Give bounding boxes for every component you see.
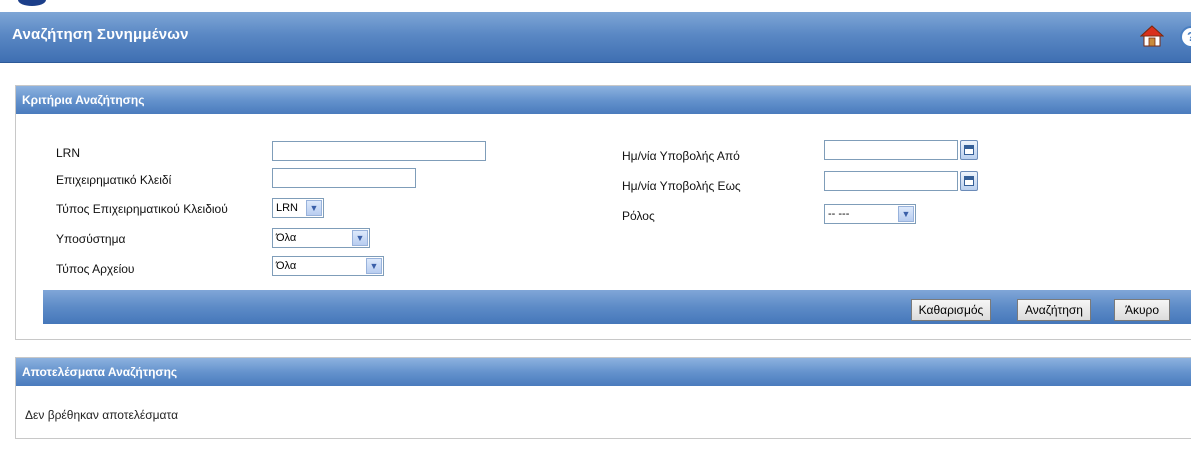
page-title: Αναζήτηση Συνημμένων	[12, 26, 189, 43]
business-key-label: Επιχειρηματικό Κλειδί	[56, 173, 172, 187]
criteria-panel-header: Κριτήρια Αναζήτησης	[16, 86, 1191, 114]
business-key-type-label: Τύπος Επιχειρηματικού Κλειδιού	[56, 202, 228, 216]
role-select[interactable]: -- --- ▼	[824, 204, 916, 224]
file-type-label: Τύπος Αρχείου	[56, 262, 135, 276]
subsystem-select[interactable]: Όλα ▼	[272, 228, 370, 248]
date-from-input[interactable]	[824, 140, 958, 160]
subsystem-value: Όλα	[276, 232, 297, 244]
subsystem-label: Υποσύστημα	[56, 232, 126, 246]
cancel-button[interactable]: Άκυρο	[1114, 299, 1170, 321]
logo-edge	[18, 0, 46, 6]
lrn-input[interactable]	[272, 141, 486, 161]
date-to-label: Ημ/νία Υποβολής Εως	[622, 179, 741, 193]
home-icon[interactable]	[1140, 24, 1164, 48]
date-to-input[interactable]	[824, 171, 958, 191]
role-value: -- ---	[828, 208, 850, 220]
clear-button[interactable]: Καθαρισμός	[911, 299, 991, 321]
date-from-label: Ημ/νία Υποβολής Από	[622, 149, 740, 163]
search-button[interactable]: Αναζήτηση	[1017, 299, 1091, 321]
date-to-calendar-button[interactable]	[960, 171, 978, 191]
chevron-down-icon: ▼	[366, 258, 382, 274]
chevron-down-icon: ▼	[306, 200, 322, 216]
results-panel-header: Αποτελέσματα Αναζήτησης	[16, 358, 1191, 386]
business-key-type-value: LRN	[276, 202, 299, 214]
top-strip	[0, 0, 1191, 12]
file-type-select[interactable]: Όλα ▼	[272, 256, 384, 276]
search-results-panel: Αποτελέσματα Αναζήτησης Δεν βρέθηκαν απο…	[15, 357, 1191, 439]
file-type-value: Όλα	[276, 260, 297, 272]
empty-results-message: Δεν βρέθηκαν αποτελέσματα	[25, 408, 179, 422]
page-header: Αναζήτηση Συνημμένων ?	[0, 12, 1191, 63]
criteria-panel-title: Κριτήρια Αναζήτησης	[22, 93, 145, 107]
role-label: Ρόλος	[622, 209, 655, 223]
action-bar: Καθαρισμός Αναζήτηση Άκυρο	[43, 290, 1191, 324]
calendar-icon	[964, 176, 974, 186]
results-panel-title: Αποτελέσματα Αναζήτησης	[22, 365, 178, 379]
help-icon[interactable]: ?	[1180, 26, 1191, 48]
calendar-icon	[964, 145, 974, 155]
business-key-input[interactable]	[272, 168, 416, 188]
chevron-down-icon: ▼	[352, 230, 368, 246]
chevron-down-icon: ▼	[898, 206, 914, 222]
lrn-label: LRN	[56, 146, 81, 160]
business-key-type-select[interactable]: LRN ▼	[272, 198, 324, 218]
date-from-calendar-button[interactable]	[960, 140, 978, 160]
